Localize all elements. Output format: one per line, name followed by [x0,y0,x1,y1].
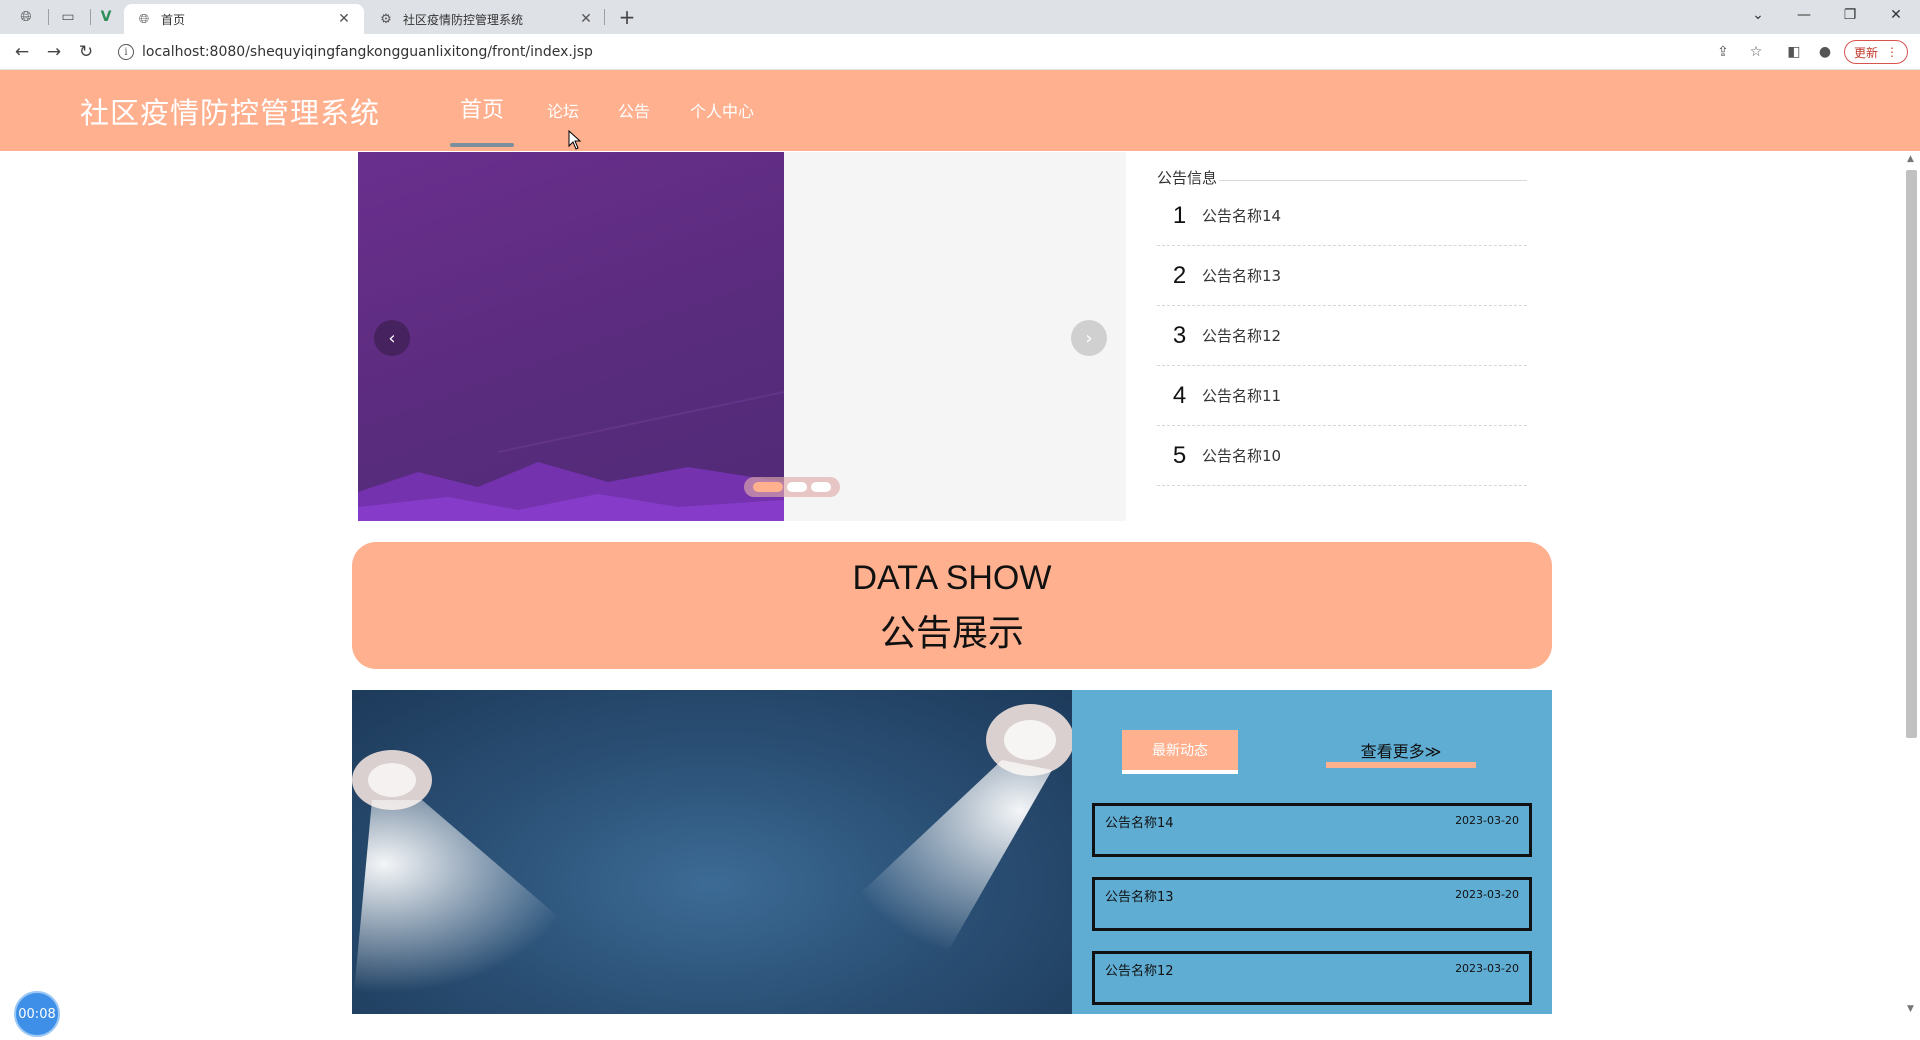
notice-name[interactable]: 公告名称14 [1202,205,1281,226]
carousel-slide-image[interactable] [358,152,784,521]
page-scrollbar[interactable]: ▲ ▼ [1903,152,1920,1020]
slide-decoration [358,391,784,521]
minimize-button[interactable]: — [1782,0,1826,30]
notice-item[interactable]: 3 公告名称12 [1157,306,1527,366]
latest-news-panel: 最新动态 查看更多≫ 公告名称14 2023-03-20 公告名称13 2023… [1072,690,1552,1014]
news-list-item[interactable]: 公告名称13 2023-03-20 [1092,877,1532,931]
new-tab-button[interactable]: + [614,4,640,30]
nav-active-underline [450,143,514,147]
carousel-dot[interactable] [811,482,831,492]
notice-name[interactable]: 公告名称10 [1202,445,1281,466]
star-icon[interactable]: ☆ [1746,42,1766,62]
data-show-banner: DATA SHOW 公告展示 [352,542,1552,669]
news-date: 2023-03-20 [1455,962,1519,975]
back-arrow-icon[interactable]: ← [8,38,36,66]
latest-news-tab[interactable]: 最新动态 [1122,730,1238,774]
restore-button[interactable]: ❐ [1828,0,1872,30]
pinned-tab-page-icon[interactable]: ▭ [50,4,86,30]
notice-heading: 公告信息 [1157,170,1527,186]
data-show-title-en: DATA SHOW [852,559,1052,597]
recording-timer: 00:08 [14,991,60,1037]
more-vert-icon: ⋮ [1886,45,1898,59]
site-header: 社区疫情防控管理系统 首页 论坛 公告 个人中心 [0,70,1920,151]
data-show-title-zh: 公告展示 [879,613,1024,654]
notice-heading-text: 公告信息 [1157,169,1218,187]
notice-name[interactable]: 公告名称13 [1202,265,1281,286]
browser-tab-bar: 🌐︎ ▭ V 🌐︎ 首页 ✕ ⚙ 社区疫情防控管理系统 ✕ + ⌄ — ❐ ✕ [0,0,1920,34]
news-list-item[interactable]: 公告名称12 2023-03-20 [1092,951,1532,1005]
notice-info-panel: 公告信息 1 公告名称14 2 公告名称13 3 公告名称12 4 公告名称11… [1157,170,1527,486]
news-title: 公告名称13 [1105,890,1174,905]
notice-name[interactable]: 公告名称11 [1202,385,1281,406]
notice-name[interactable]: 公告名称12 [1202,325,1281,346]
scroll-up-arrow-icon[interactable]: ▲ [1907,154,1914,164]
heading-rule [1219,179,1527,181]
carousel-dot[interactable] [787,482,807,492]
update-button[interactable]: 更新 ⋮ [1844,40,1908,64]
profile-icon[interactable]: ● [1815,42,1835,62]
news-date: 2023-03-20 [1455,814,1519,827]
notice-number: 1 [1172,201,1187,229]
carousel: ‹ › [358,152,1126,521]
share-icon[interactable]: ⇪ [1713,42,1733,62]
tab-search-chevron-icon[interactable]: ⌄ [1736,0,1780,30]
pinned-tab-vue-icon[interactable]: V [88,4,124,30]
nav-item-forum[interactable]: 论坛 [547,98,579,122]
carousel-prev-button[interactable]: ‹ [374,320,410,356]
nav-item-home[interactable]: 首页 [460,92,504,124]
close-icon[interactable]: ✕ [336,11,352,27]
tab-home[interactable]: 🌐︎ 首页 ✕ [124,4,364,34]
browser-toolbar: ← → ↻ i localhost:8080/shequyiqingfangko… [0,34,1920,70]
news-date: 2023-03-20 [1455,888,1519,901]
carousel-next-button[interactable]: › [1071,320,1107,356]
carousel-dot[interactable] [753,482,783,492]
close-icon[interactable]: ✕ [578,11,594,27]
notice-item[interactable]: 2 公告名称13 [1157,246,1527,306]
nav-item-notice[interactable]: 公告 [618,98,650,122]
pinned-tab-globe-icon[interactable]: 🌐︎ [8,4,44,30]
mouse-cursor-icon [568,130,582,150]
notice-item[interactable]: 5 公告名称10 [1157,426,1527,486]
tab-separator [604,9,605,25]
news-title: 公告名称12 [1105,964,1174,979]
notice-item[interactable]: 1 公告名称14 [1157,186,1527,246]
news-title: 公告名称14 [1105,816,1174,831]
site-info-icon[interactable]: i [118,44,134,60]
carousel-indicators [744,477,840,497]
side-panel-icon[interactable]: ◧ [1784,42,1804,62]
tab-title: 首页 [161,12,186,27]
url-text: localhost:8080/shequyiqingfangkongguanli… [142,44,593,60]
notice-number: 3 [1172,321,1187,349]
reload-icon[interactable]: ↻ [72,38,100,66]
tab-system[interactable]: ⚙ 社区疫情防控管理系统 ✕ [366,4,606,34]
notice-number: 4 [1172,381,1187,409]
notice-item[interactable]: 4 公告名称11 [1157,366,1527,426]
forward-arrow-icon[interactable]: → [40,38,68,66]
nav-item-personal-center[interactable]: 个人中心 [690,98,754,122]
scroll-down-arrow-icon[interactable]: ▼ [1907,1004,1914,1014]
view-more-link[interactable]: 查看更多≫ [1326,738,1476,768]
news-feature-image[interactable] [352,690,1072,1014]
scrollbar-thumb[interactable] [1906,170,1917,738]
window-close-button[interactable]: ✕ [1874,0,1918,30]
update-label: 更新 [1853,45,1878,60]
tab-separator [48,9,49,25]
notice-number: 2 [1172,261,1187,289]
tab-title: 社区疫情防控管理系统 [403,12,524,27]
globe-icon: 🌐︎ [138,11,150,27]
site-title: 社区疫情防控管理系统 [80,96,381,130]
spotlight-decoration [352,704,1072,1014]
news-list-item[interactable]: 公告名称14 2023-03-20 [1092,803,1532,857]
address-bar[interactable]: i localhost:8080/shequyiqingfangkongguan… [108,38,1782,66]
notice-number: 5 [1172,441,1187,469]
settings-globe-icon: ⚙ [380,11,392,27]
